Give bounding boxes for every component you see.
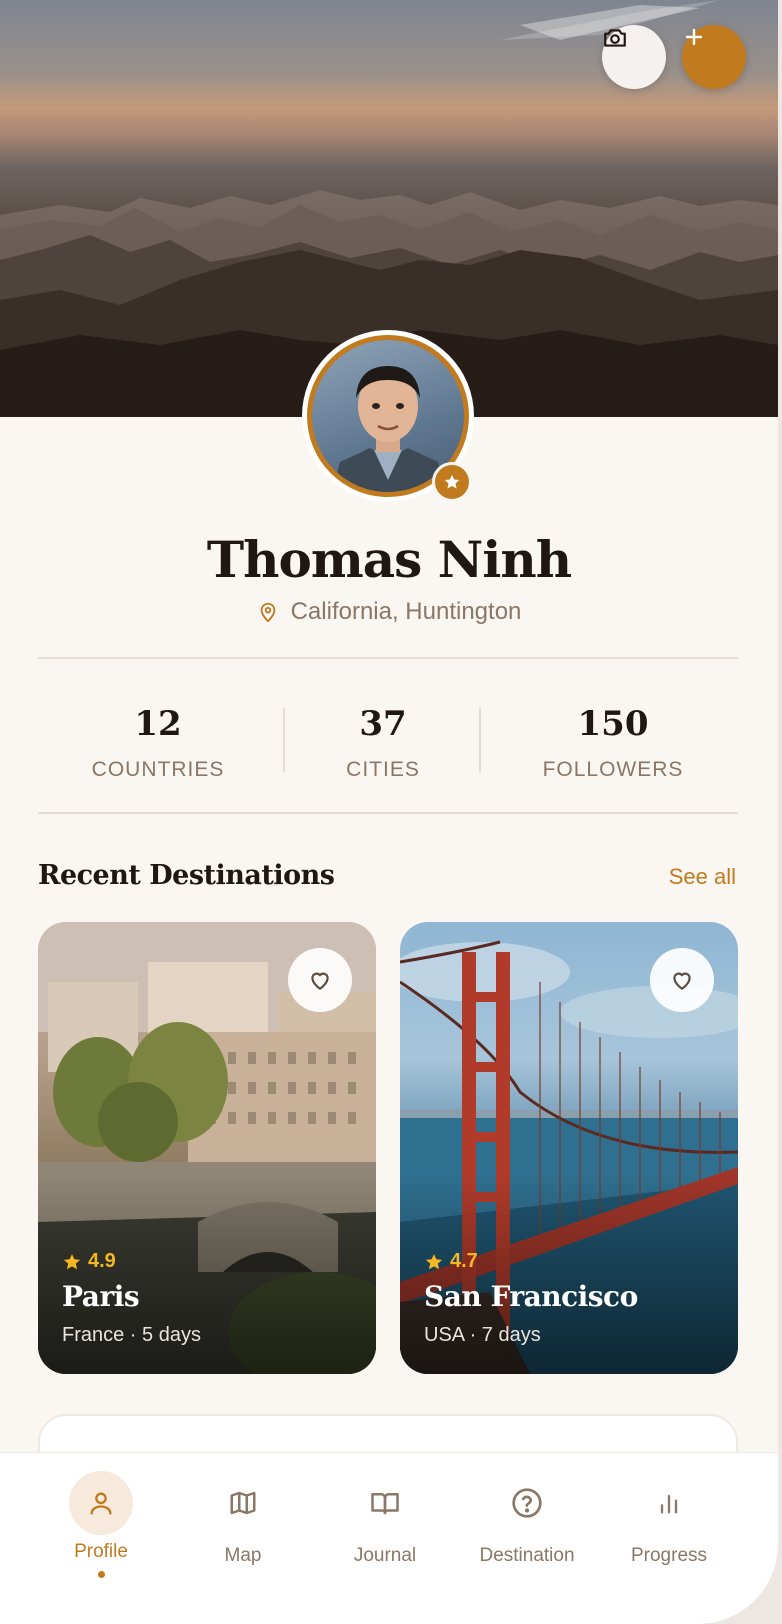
bottom-nav: Profile Map Journal Destination Progress (0, 1452, 778, 1624)
active-indicator (98, 1571, 105, 1578)
destination-card-paris[interactable]: 4.9 Paris France · 5 days (38, 922, 376, 1374)
plus-icon (685, 28, 703, 46)
nav-label: Destination (479, 1545, 575, 1566)
stat-separator (479, 708, 481, 772)
stat-countries[interactable]: 12 COUNTRIES (38, 660, 278, 816)
star-icon (444, 474, 460, 489)
stat-label: FOLLOWERS (542, 758, 684, 781)
profile-location: California, Huntington (0, 598, 778, 626)
user-icon (90, 1492, 112, 1515)
divider-bottom (38, 812, 738, 814)
nav-item-map[interactable]: Map (168, 1453, 318, 1624)
profile-name: Thomas Ninh (206, 530, 572, 589)
nav-item-progress[interactable]: Progress (594, 1453, 744, 1624)
card-title: San Francisco (424, 1280, 638, 1313)
stats-row: 12 COUNTRIES 37 CITIES 150 FOLLOWERS (38, 660, 738, 816)
nav-item-destination[interactable]: Destination (452, 1453, 602, 1624)
nav-icon-wrap (637, 1471, 701, 1535)
heart-icon (311, 972, 329, 990)
card-subtitle: USA · 7 days (424, 1324, 541, 1346)
nav-item-profile[interactable]: Profile (26, 1453, 176, 1624)
destination-card-san-francisco[interactable]: 4.7 San Francisco USA · 7 days (400, 922, 738, 1374)
stat-label: COUNTRIES (91, 758, 225, 781)
location-text: California, Huntington (290, 598, 522, 625)
nav-icon-wrap (211, 1471, 275, 1535)
map-icon (230, 1491, 256, 1515)
stat-label: CITIES (346, 758, 420, 781)
book-icon (371, 1493, 399, 1515)
nav-label: Map (224, 1545, 262, 1566)
stat-value: 12 (134, 704, 182, 744)
nav-item-journal[interactable]: Journal (310, 1453, 460, 1624)
star-icon (425, 1253, 443, 1269)
card-subtitle: France · 5 days (62, 1324, 201, 1346)
nav-label: Progress (630, 1545, 708, 1566)
camera-button[interactable] (602, 25, 666, 89)
heart-icon (673, 972, 691, 990)
location-pin-icon (260, 602, 275, 623)
stat-value: 37 (359, 704, 407, 744)
favorite-button[interactable] (650, 948, 714, 1012)
card-title: Paris (62, 1280, 140, 1313)
help-circle-icon (512, 1488, 542, 1518)
bar-chart-icon (660, 1494, 678, 1514)
stat-value: 150 (577, 704, 649, 744)
section-title: Recent Destinations (38, 860, 335, 891)
rating: 4.7 (424, 1250, 478, 1273)
rating-value: 4.7 (450, 1250, 478, 1272)
nav-label: Profile (74, 1541, 128, 1562)
rating-value: 4.9 (88, 1250, 116, 1272)
see-all-link[interactable]: See all (669, 864, 736, 890)
star-icon (63, 1253, 81, 1269)
nav-label: Journal (353, 1545, 417, 1566)
divider-top (38, 657, 738, 659)
profile-screen: Thomas Ninh California, Huntington 12 CO… (0, 0, 778, 1624)
favorite-button[interactable] (288, 948, 352, 1012)
nav-icon-wrap (495, 1471, 559, 1535)
verified-badge (432, 462, 472, 502)
camera-icon (604, 29, 626, 47)
add-button[interactable] (682, 25, 746, 89)
rating: 4.9 (62, 1250, 116, 1273)
stat-cities[interactable]: 37 CITIES (288, 660, 478, 816)
nav-icon-wrap (69, 1471, 133, 1535)
stat-separator (283, 708, 285, 772)
stat-followers[interactable]: 150 FOLLOWERS (488, 660, 738, 816)
nav-icon-wrap (353, 1471, 417, 1535)
